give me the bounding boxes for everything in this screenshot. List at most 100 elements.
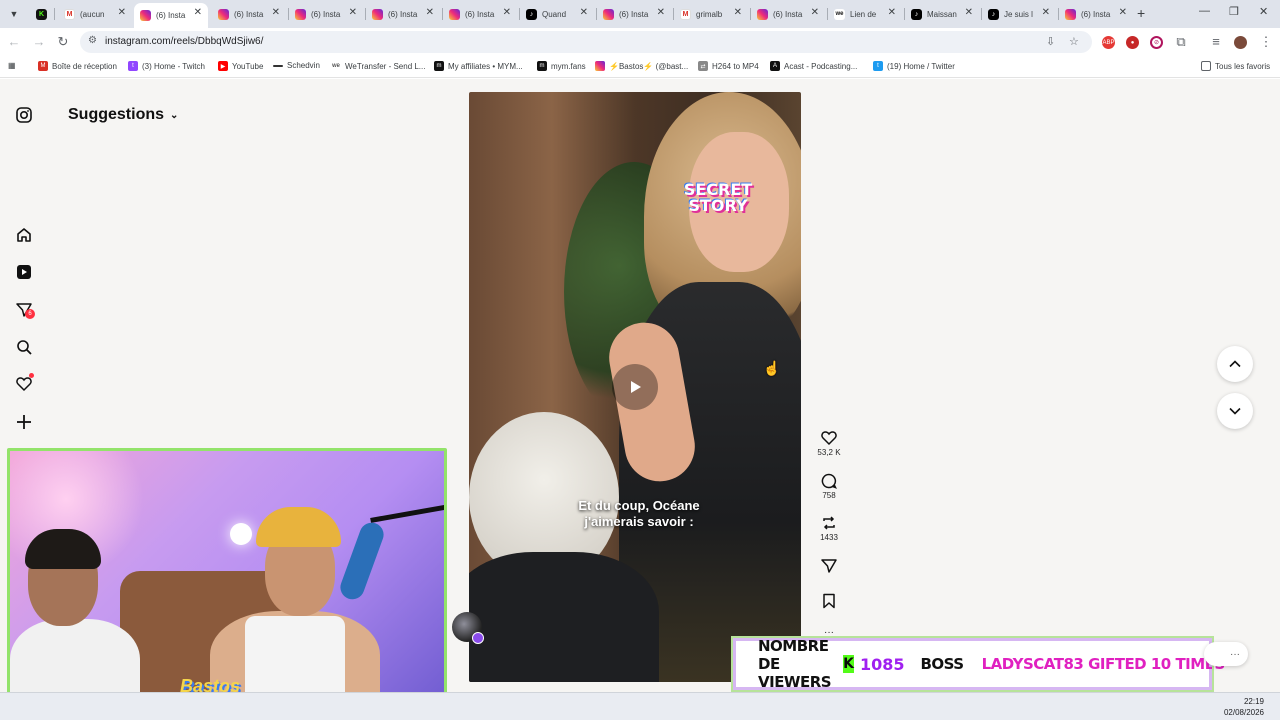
- tab-tiktok[interactable]: ♪ Quand ✕: [520, 3, 594, 25]
- create-plus-icon[interactable]: [15, 413, 33, 431]
- viewers-count: 1085: [859, 654, 905, 674]
- close-icon[interactable]: ✕: [965, 7, 973, 18]
- tab-title: grimalb: [696, 9, 723, 19]
- apps-grid-icon[interactable]: ▦: [8, 61, 16, 70]
- bookmark-gmail[interactable]: M Boîte de réception: [38, 61, 117, 71]
- bookmark-label: Acast - Podcasting...: [784, 61, 858, 71]
- mym-icon: m: [537, 61, 547, 71]
- notification-dot: [29, 373, 34, 378]
- gmail-icon: M: [64, 8, 75, 20]
- feed-selector[interactable]: Suggestions ⌄: [68, 106, 178, 124]
- bookmark-mym-fans[interactable]: m mym.fans: [537, 61, 586, 71]
- close-icon[interactable]: ✕: [580, 7, 588, 18]
- tab-gmail[interactable]: M grimalb ✕: [674, 3, 748, 25]
- tab-instagram[interactable]: (6) Insta ✕: [751, 3, 825, 25]
- window-close-icon[interactable]: ✕: [1259, 5, 1268, 18]
- play-icon[interactable]: [612, 364, 658, 410]
- close-icon[interactable]: ✕: [426, 7, 434, 18]
- bookmark-label: ⚡Bastos⚡ (@bast...: [609, 61, 689, 71]
- minimize-icon[interactable]: —: [1199, 5, 1210, 17]
- tab-instagram[interactable]: (6) Insta ✕: [212, 3, 286, 25]
- extension-icon[interactable]: ●: [1126, 36, 1139, 49]
- twitter-icon: t: [873, 61, 883, 71]
- notifications-heart-icon[interactable]: [15, 373, 34, 393]
- url-text[interactable]: instagram.com/reels/DbbqWdSjiw6/: [105, 36, 263, 47]
- tab-tiktok[interactable]: ♪ Maissan ✕: [905, 3, 979, 25]
- next-reel-button[interactable]: [1217, 393, 1253, 429]
- bookmark-wetransfer[interactable]: we WeTransfer - Send L...: [331, 61, 425, 71]
- instagram-icon: [1065, 8, 1076, 20]
- tab-search-button[interactable]: ▼: [5, 5, 23, 23]
- bookmark-schedvin[interactable]: Schedvin: [273, 61, 320, 70]
- bookmark-bastos-instagram[interactable]: ⚡Bastos⚡ (@bast...: [595, 61, 688, 71]
- adblock-extension-icon[interactable]: ABP: [1102, 36, 1115, 49]
- save-button[interactable]: [814, 593, 844, 609]
- bookmark-label: Tous les favoris: [1215, 61, 1271, 71]
- previous-reel-button[interactable]: [1217, 346, 1253, 382]
- close-icon[interactable]: ✕: [734, 7, 742, 18]
- tab-wetransfer[interactable]: we Lien de ✕: [828, 3, 902, 25]
- tab-instagram-active[interactable]: (6) Insta ✕: [134, 3, 208, 28]
- install-app-icon[interactable]: ⇩: [1046, 35, 1055, 48]
- system-clock[interactable]: 22:19 02/08/2026: [1224, 696, 1264, 718]
- address-bar[interactable]: ⚙ instagram.com/reels/DbbqWdSjiw6/ ⇩ ☆: [80, 31, 1092, 53]
- reload-icon[interactable]: ↻: [55, 34, 71, 50]
- close-icon[interactable]: ✕: [194, 7, 202, 18]
- like-button[interactable]: 53,2 K: [814, 430, 844, 457]
- search-icon[interactable]: [15, 338, 33, 356]
- close-icon[interactable]: ✕: [272, 7, 280, 18]
- reel-video[interactable]: SECRET STORY Et du coup, Océane j'aimera…: [469, 92, 801, 682]
- close-icon[interactable]: ✕: [1042, 7, 1050, 18]
- share-button[interactable]: [814, 558, 844, 574]
- block-extension-icon[interactable]: ⊘: [1150, 36, 1163, 49]
- messages-bubble-button[interactable]: ···: [1204, 642, 1248, 666]
- bookmark-acast[interactable]: A Acast - Podcasting...: [770, 61, 857, 71]
- media-control-icon[interactable]: ≡: [1208, 34, 1224, 49]
- gmail-icon: M: [38, 61, 48, 71]
- tab-tiktok[interactable]: ♪ Je suis l ✕: [982, 3, 1056, 25]
- repost-count: 1433: [820, 533, 838, 542]
- close-icon[interactable]: ✕: [888, 7, 896, 18]
- bookmark-twitter[interactable]: t (19) Home / Twitter: [873, 61, 955, 71]
- bookmark-youtube[interactable]: ▶ YouTube: [218, 61, 263, 71]
- menu-kebab-icon[interactable]: ⋮: [1258, 34, 1274, 50]
- close-icon[interactable]: ✕: [118, 7, 126, 18]
- kick-icon: K: [36, 8, 47, 20]
- tab-kick[interactable]: K: [30, 3, 52, 25]
- site-info-icon[interactable]: ⚙: [88, 35, 97, 46]
- close-icon[interactable]: ✕: [1119, 7, 1127, 18]
- new-tab-button[interactable]: +: [1137, 5, 1145, 21]
- tab-instagram[interactable]: (6) Insta ✕: [597, 3, 671, 25]
- close-icon[interactable]: ✕: [503, 7, 511, 18]
- bookmark-twitch[interactable]: t (3) Home - Twitch: [128, 61, 205, 71]
- repost-button[interactable]: 1433: [814, 515, 844, 542]
- extensions-puzzle-icon[interactable]: ⧉: [1173, 34, 1189, 50]
- instagram-logo-icon[interactable]: [15, 106, 33, 124]
- forward-icon[interactable]: →: [31, 34, 47, 49]
- tab-instagram[interactable]: (6) Insta ✕: [1059, 3, 1133, 25]
- tab-gmail[interactable]: M (aucun ✕: [58, 3, 132, 25]
- convert-icon: ⇄: [698, 61, 708, 71]
- restore-icon[interactable]: ❐: [1229, 5, 1239, 18]
- comment-icon: [821, 473, 837, 489]
- tab-separator: [54, 8, 55, 20]
- bookmark-mym-affiliates[interactable]: m My affiliates • MYM...: [434, 61, 523, 71]
- back-icon[interactable]: ←: [6, 34, 22, 49]
- close-icon[interactable]: ✕: [349, 7, 357, 18]
- instagram-icon: [757, 8, 768, 20]
- close-icon[interactable]: ✕: [657, 7, 665, 18]
- tab-title: (6) Insta: [311, 9, 341, 19]
- acast-icon: A: [770, 61, 780, 71]
- tab-instagram[interactable]: (6) Insta ✕: [289, 3, 363, 25]
- bookmark-star-icon[interactable]: ☆: [1069, 35, 1079, 48]
- direct-messages-icon[interactable]: 6: [15, 301, 35, 319]
- all-bookmarks-folder[interactable]: Tous les favoris: [1201, 61, 1270, 71]
- profile-avatar[interactable]: [1234, 36, 1247, 49]
- reels-icon[interactable]: [15, 263, 33, 281]
- close-icon[interactable]: ✕: [811, 7, 819, 18]
- tab-instagram[interactable]: (6) Insta ✕: [443, 3, 517, 25]
- bookmark-h264[interactable]: ⇄ H264 to MP4: [698, 61, 759, 71]
- home-icon[interactable]: [15, 226, 33, 244]
- comment-button[interactable]: 758: [814, 473, 844, 500]
- tab-instagram[interactable]: (6) Insta ✕: [366, 3, 440, 25]
